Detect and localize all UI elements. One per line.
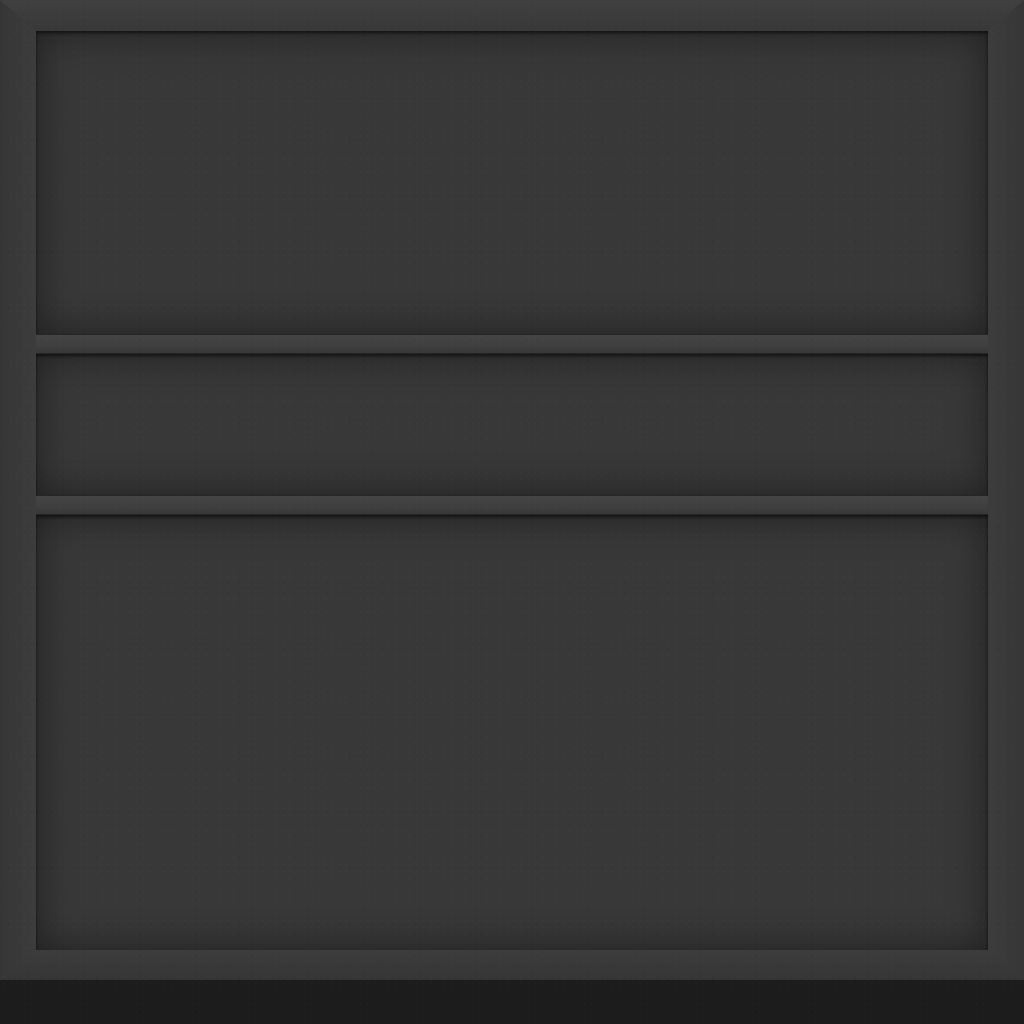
shelf-board-2 [36, 495, 988, 515]
shelf-compartment-middle [36, 354, 988, 495]
floor-strip [0, 980, 1024, 1024]
frame-bottom-edge [0, 950, 1024, 980]
shelf-compartment-bottom [36, 515, 988, 950]
shelf-frame [0, 0, 1024, 980]
frame-right-edge [988, 0, 1024, 980]
frame-left-edge [0, 0, 36, 980]
shelf-board-1 [36, 334, 988, 354]
bookshelf-background [0, 0, 1024, 1024]
frame-top-edge [0, 0, 1024, 31]
shelf-compartment-top [36, 31, 988, 334]
